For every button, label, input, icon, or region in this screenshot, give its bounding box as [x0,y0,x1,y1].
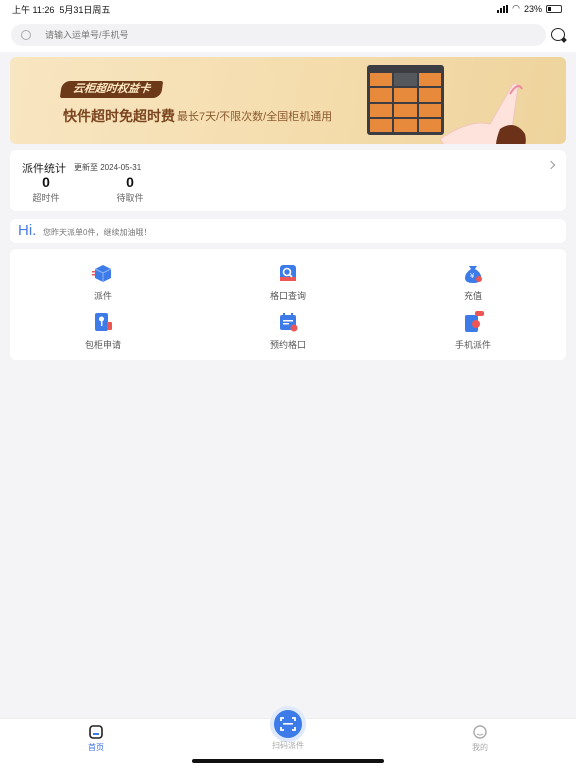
status-bar: 上午 11:26 5月31日周五 ◠ 23% [0,0,576,18]
svg-text:¥: ¥ [470,272,475,280]
delivery-stats-card[interactable]: 派件统计 更新至 2024-05-31 0 超时件 0 待取件 [10,150,566,211]
scan-dispatch-label: 扫码派件 [272,741,304,750]
signal-icon [497,4,509,13]
phone-icon [465,311,484,332]
stat-overdue[interactable]: 0 超时件 [26,174,66,204]
stat-overdue-value: 0 [42,174,50,190]
search-icon [21,30,31,40]
calendar-clock-icon [280,313,298,332]
home-indicator [192,759,384,763]
tab-home[interactable]: 首页 [66,725,126,753]
header [0,18,576,52]
feature-label: 格口查询 [269,291,306,301]
key-icon [95,313,112,331]
wifi-icon: ◠ [512,3,520,13]
battery-percent: 23% [523,3,542,14]
feature-recharge[interactable]: ¥ 充值 [428,262,518,302]
banner-subtitle: 最长7天/不限次数/全国柜机通用 [177,111,333,123]
scan-icon [280,717,296,731]
status-right: ◠ 23% [497,3,562,14]
chat-icon[interactable] [551,28,565,41]
feature-reserve-slot[interactable]: 预约格口 [243,311,333,351]
feature-label: 派件 [93,291,112,301]
feature-grid: 派件 格口查询 ¥ 充值 包柜申请 预约格口 手机派件 [10,249,566,360]
promo-banner[interactable]: 云柜超时权益卡 快件超时免超时费 最长7天/不限次数/全国柜机通用 [10,57,566,144]
feature-cabinet-apply[interactable]: 包柜申请 [58,311,148,351]
scan-dispatch-button[interactable] [270,706,306,742]
hand-illustration [439,83,526,144]
status-time: 上午 11:26 5月31日周五 [12,3,110,16]
time-text: 上午 11:26 [12,5,55,15]
feature-mobile-dispatch[interactable]: 手机派件 [428,311,518,351]
search-input[interactable] [45,30,525,40]
feature-label: 充值 [463,291,482,301]
stat-pending-label: 待取件 [116,193,144,203]
home-icon [89,725,103,739]
search-bar[interactable] [11,24,546,46]
feature-label: 包柜申请 [84,340,121,350]
banner-tag: 云柜超时权益卡 [59,81,164,98]
cabinet-search-icon [280,265,296,281]
greeting-hi: Hi. [18,222,37,239]
stat-pending-value: 0 [126,174,134,190]
box-icon [92,265,112,282]
tab-mine-label: 我的 [472,743,488,752]
money-bag-icon: ¥ [465,266,482,283]
feature-label: 预约格口 [269,340,306,350]
stats-updated-date: 更新至 2024-05-31 [74,163,142,172]
feature-slot-query[interactable]: 格口查询 [243,262,333,302]
chevron-right-icon [546,160,556,170]
tab-home-label: 首页 [88,743,104,752]
feature-dispatch[interactable]: 派件 [58,262,148,302]
feature-label: 手机派件 [454,340,491,350]
greeting-card: Hi. 您昨天派单0件，继续加油哦！ [10,219,566,243]
tab-mine[interactable]: 我的 [450,725,510,753]
date-text: 5月31日周五 [59,5,111,15]
stat-pending-pickup[interactable]: 0 待取件 [110,174,150,204]
greeting-text: 您昨天派单0件，继续加油哦！ [43,228,152,237]
battery-icon [546,4,562,13]
banner-title: 快件超时免超时费 [63,108,175,124]
stat-overdue-label: 超时件 [32,193,60,203]
profile-icon [473,725,487,739]
